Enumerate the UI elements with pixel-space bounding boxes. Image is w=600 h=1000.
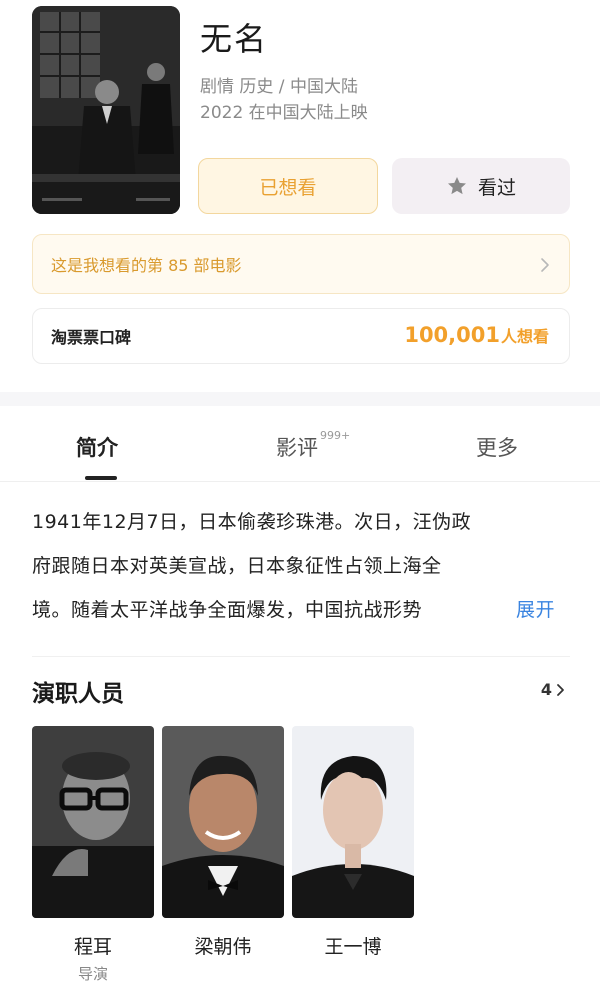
watched-label: 看过 <box>477 176 516 199</box>
cast-name: 王一博 <box>324 936 382 958</box>
tab-bar: 简介 影评999+ 更多 <box>0 406 600 482</box>
rating-label: 淘票票口碑 <box>51 328 132 347</box>
synopsis-line: 府跟随日本对英美宣战，日本象征性占领上海全 <box>32 555 442 577</box>
cast-card[interactable]: 王一博 <box>292 726 414 963</box>
divider <box>32 656 570 657</box>
active-tab-indicator <box>85 476 117 480</box>
star-icon <box>446 175 468 197</box>
synopsis-line: 境。随着太平洋战争全面爆发，中国抗战形势 <box>32 599 423 621</box>
tab-review-label: 影评 <box>276 436 318 460</box>
rating-bar[interactable]: 淘票票口碑 100,001 人想看 <box>32 308 570 364</box>
movie-genres-region: 剧情 历史 / 中国大陆 <box>200 77 358 97</box>
cast-photo <box>162 726 284 918</box>
tab-more[interactable]: 更多 <box>476 432 518 462</box>
want-count-tip[interactable]: 这是我想看的第 85 部电影 <box>32 234 570 294</box>
expand-synopsis-link[interactable]: 展开 <box>496 588 556 632</box>
want-count-number: 100,001 <box>404 323 500 347</box>
tab-review[interactable]: 影评999+ <box>276 429 351 462</box>
tab-intro[interactable]: 简介 <box>76 432 118 462</box>
cast-section-title: 演职人员 <box>32 681 124 707</box>
want-count: 100,001 人想看 <box>404 323 549 347</box>
movie-title: 无名 <box>200 20 269 58</box>
cast-count: 4 <box>540 680 552 699</box>
cast-name: 程耳 <box>73 936 112 958</box>
cast-name: 梁朝伟 <box>194 936 252 958</box>
cast-role: 导演 <box>77 965 108 983</box>
cast-photo <box>292 726 414 918</box>
watched-button[interactable]: 看过 <box>392 158 570 214</box>
want-to-watch-label: 已想看 <box>259 176 317 199</box>
synopsis-line-last: 境。随着太平洋战争全面爆发，中国抗战形势 展开 <box>32 588 572 632</box>
cast-card[interactable]: 程耳 导演 <box>32 726 154 984</box>
chevron-right-icon <box>557 683 564 696</box>
movie-header: 无名 剧情 历史 / 中国大陆 2022 在中国大陆上映 已想看 看过 这是我想… <box>0 0 600 392</box>
section-gap <box>0 392 600 406</box>
chevron-right-icon <box>539 255 551 275</box>
movie-poster[interactable] <box>32 6 180 214</box>
synopsis: 1941年12月7日，日本偷袭珍珠港。次日，汪伪政 府跟随日本对英美宣战，日本象… <box>32 500 572 632</box>
movie-release: 2022 在中国大陆上映 <box>200 103 368 123</box>
cast-card[interactable]: 梁朝伟 <box>162 726 284 963</box>
want-count-tip-text: 这是我想看的第 85 部电影 <box>51 256 242 275</box>
want-count-unit: 人想看 <box>500 327 549 346</box>
cast-more-link[interactable]: 4 <box>541 680 566 699</box>
review-count-badge: 999+ <box>320 429 351 442</box>
want-to-watch-button[interactable]: 已想看 <box>198 158 378 214</box>
synopsis-line: 1941年12月7日，日本偷袭珍珠港。次日，汪伪政 <box>32 511 472 533</box>
cast-photo <box>32 726 154 918</box>
